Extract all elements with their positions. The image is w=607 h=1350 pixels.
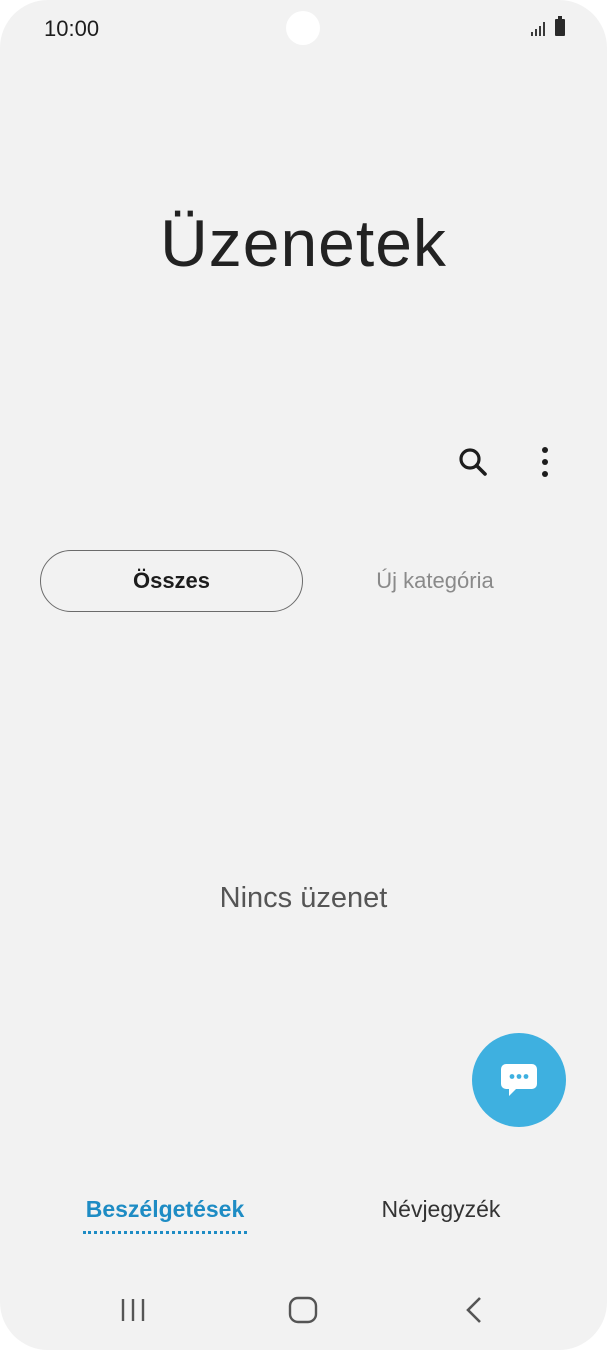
tab-new-category[interactable]: Új kategória xyxy=(303,550,567,612)
phone-screen: 10:00 Üzenetek Összes Új kategória Nincs… xyxy=(0,0,607,1350)
battery-icon xyxy=(555,16,565,36)
tab-new-category-label: Új kategória xyxy=(376,568,494,593)
new-message-button[interactable] xyxy=(472,1033,566,1127)
home-icon xyxy=(288,1296,318,1324)
category-tabs: Összes Új kategória xyxy=(40,550,567,612)
tab-all-label: Összes xyxy=(132,568,211,593)
recents-icon xyxy=(121,1299,145,1321)
status-time: 10:00 xyxy=(44,16,100,41)
home-button[interactable] xyxy=(281,1290,325,1330)
status-bar: 10:00 xyxy=(0,0,607,56)
search-button[interactable] xyxy=(455,444,491,480)
tab-contacts[interactable]: Névjegyzék xyxy=(336,1196,546,1246)
signal-icon xyxy=(531,22,545,36)
more-options-button[interactable] xyxy=(527,444,563,480)
bottom-tabs: Beszélgetések Névjegyzék xyxy=(0,1196,607,1246)
chat-bubble-icon xyxy=(501,1064,537,1096)
tab-conversations-label: Beszélgetések xyxy=(85,1196,245,1222)
empty-state-message: Nincs üzenet xyxy=(219,882,388,914)
toolbar-actions xyxy=(455,444,563,480)
camera-cutout xyxy=(286,11,320,45)
back-icon xyxy=(466,1297,481,1323)
back-button[interactable] xyxy=(452,1290,496,1330)
system-nav-bar xyxy=(0,1280,607,1340)
search-icon xyxy=(459,448,487,476)
page-title: Üzenetek xyxy=(160,206,447,280)
more-vertical-icon xyxy=(542,447,548,477)
tab-contacts-label: Névjegyzék xyxy=(381,1196,501,1222)
tab-all[interactable]: Összes xyxy=(40,550,303,612)
status-icons xyxy=(531,16,565,38)
tab-conversations[interactable]: Beszélgetések xyxy=(60,1196,270,1246)
active-tab-indicator xyxy=(83,1231,247,1234)
recents-button[interactable] xyxy=(111,1290,155,1330)
